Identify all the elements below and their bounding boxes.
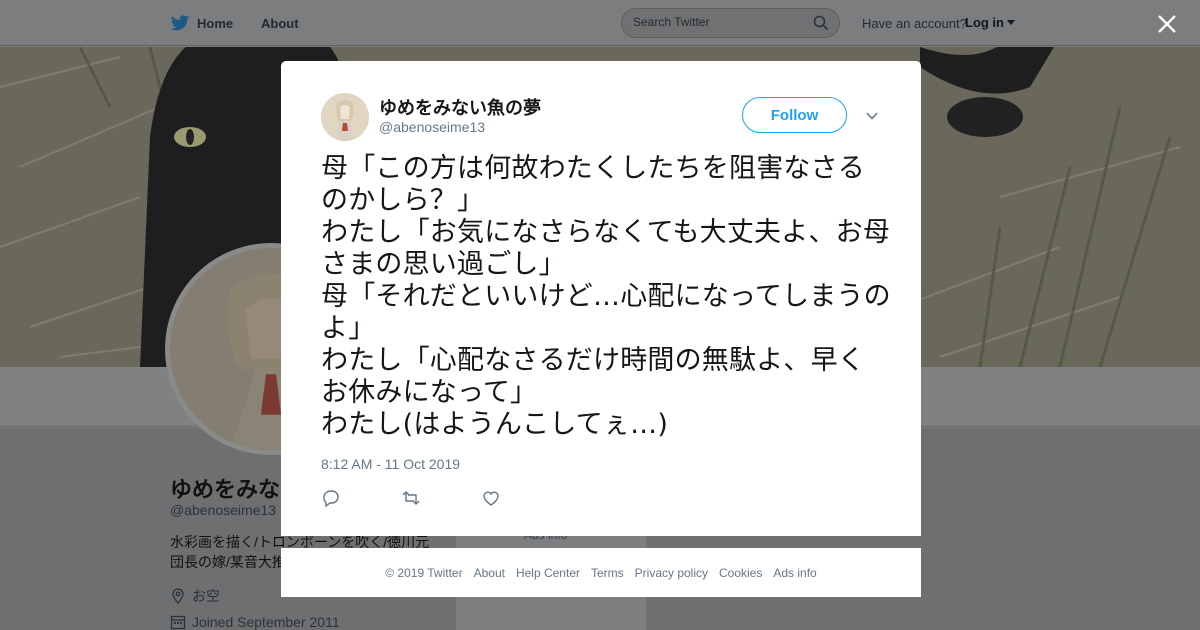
footer-link[interactable]: Help Center xyxy=(516,566,580,580)
calendar-icon xyxy=(170,615,186,630)
close-icon[interactable] xyxy=(1155,12,1179,36)
nav-about-link[interactable]: About xyxy=(261,16,299,31)
tweet-author-avatar[interactable] xyxy=(321,93,369,141)
nav-home-link[interactable]: Home xyxy=(170,13,233,33)
follow-button[interactable]: Follow xyxy=(742,97,847,133)
twitter-bird-icon xyxy=(170,15,190,31)
profile-location: お空 xyxy=(170,586,220,606)
author-avatar-image xyxy=(321,93,369,141)
like-icon[interactable] xyxy=(481,488,501,508)
footer-link[interactable]: © 2019 Twitter xyxy=(385,566,462,580)
location-pin-icon xyxy=(172,588,184,604)
joined-label: Joined September 2011 xyxy=(192,614,340,630)
nav-home-label: Home xyxy=(197,15,234,31)
tweet-author-name[interactable]: ゆめをみない魚の夢 xyxy=(379,94,541,120)
modal-footer: © 2019 Twitter About Help Center Terms Priva… xyxy=(281,548,921,597)
top-nav-bar: Home About Have an account? Log in xyxy=(0,0,1200,46)
caret-down-icon xyxy=(1007,20,1015,25)
profile-name: ゆめをみない魚の夢 xyxy=(170,477,280,502)
footer-link[interactable]: Terms xyxy=(591,566,624,580)
search-input[interactable] xyxy=(633,15,803,29)
footer-link[interactable]: Ads info xyxy=(773,566,816,580)
footer-link[interactable]: About xyxy=(474,566,505,580)
have-account-text: Have an account? xyxy=(862,16,967,31)
chevron-down-icon[interactable] xyxy=(865,109,879,123)
login-label: Log in xyxy=(965,15,1004,30)
tweet-author-handle[interactable]: @abenoseime13 xyxy=(379,119,485,135)
reply-icon[interactable] xyxy=(321,488,341,508)
search-box xyxy=(621,8,840,38)
login-dropdown[interactable]: Log in xyxy=(965,15,1015,30)
profile-handle[interactable]: @abenoseime13 xyxy=(170,502,276,518)
footer-link[interactable]: Cookies xyxy=(719,566,762,580)
tweet-text: 母「この方は何故わたくしたちを阻害なさるのかしら？」 わたし「お気になさらなくて… xyxy=(321,153,891,440)
footer-link[interactable]: Privacy policy xyxy=(635,566,708,580)
retweet-icon[interactable] xyxy=(401,488,421,508)
location-label: お空 xyxy=(192,588,220,604)
tweet-modal: ゆめをみない魚の夢 @abenoseime13 Follow 母「この方は何故わ… xyxy=(281,61,921,536)
search-icon[interactable] xyxy=(813,15,829,31)
tweet-timestamp[interactable]: 8:12 AM - 11 Oct 2019 xyxy=(321,456,460,472)
profile-joined: Joined September 2011 xyxy=(170,614,340,630)
